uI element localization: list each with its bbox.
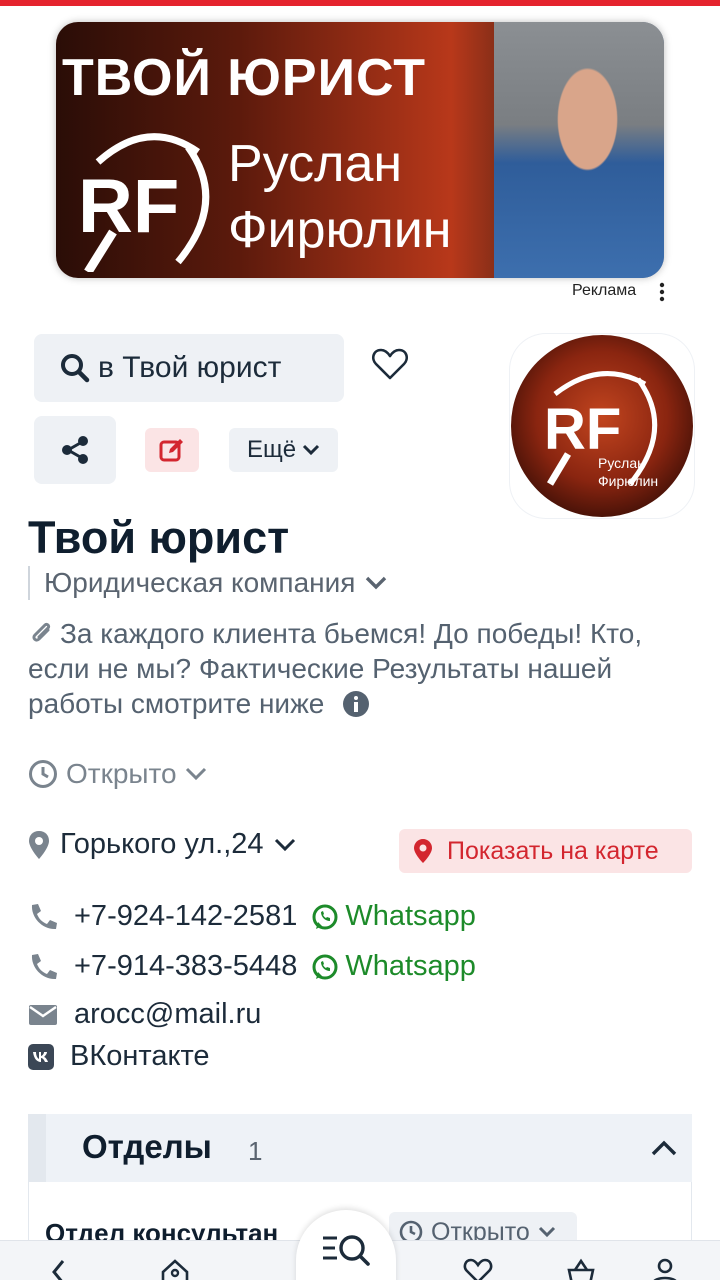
phone-number-1[interactable]: +7-924-142-2581 [74, 900, 297, 933]
more-button-label: Ещё [246, 436, 297, 463]
show-on-map-button[interactable]: Показать на карте [399, 829, 692, 873]
vk-row: ВКонтакте [28, 1040, 210, 1073]
chevron-down-icon [366, 576, 387, 590]
chevron-down-icon [538, 1226, 555, 1238]
basket-icon[interactable] [566, 1258, 596, 1280]
address-dropdown[interactable]: Горького ул.,24 [28, 828, 296, 861]
ad-options-icon[interactable] [656, 282, 668, 302]
banner-person-photo [494, 22, 664, 278]
email-link[interactable]: arocc@mail.ru [74, 998, 261, 1031]
vk-link[interactable]: ВКонтакте [70, 1040, 210, 1073]
rf-logo-icon: RF [78, 133, 210, 272]
opening-hours-dropdown[interactable]: Открыто [28, 758, 207, 790]
share-button[interactable] [34, 416, 116, 484]
chevron-up-icon [651, 1140, 677, 1156]
top-accent-strip [0, 0, 720, 6]
back-icon[interactable] [44, 1258, 74, 1280]
banner-name-last: Фирюлин [228, 201, 452, 259]
chevron-down-icon [302, 444, 320, 456]
chevron-down-icon [274, 838, 295, 851]
share-icon [62, 436, 88, 464]
whatsapp-link-2[interactable]: Whatsapp [311, 950, 476, 983]
vk-icon [28, 1043, 54, 1070]
phone-row-1: +7-924-142-2581 Whatsapp [28, 900, 476, 933]
email-row: arocc@mail.ru [28, 998, 261, 1031]
company-logo[interactable]: RF Руслан Фирюлин [510, 334, 694, 518]
phone-icon [31, 953, 57, 979]
whatsapp-icon [312, 954, 338, 979]
category-dropdown[interactable]: Юридическая компания [28, 566, 387, 600]
category-label: Юридическая компания [44, 567, 356, 598]
phone-icon [31, 903, 57, 929]
page-title: Твой юрист [28, 512, 290, 563]
favorites-heart-icon[interactable] [463, 1258, 493, 1280]
search-in-company-button[interactable]: в Твой юрист [34, 334, 344, 402]
phone-number-2[interactable]: +7-914-383-5448 [74, 950, 297, 983]
svg-text:Руслан: Руслан [598, 455, 645, 471]
search-button-label: в Твой юрист [98, 351, 282, 384]
whatsapp-icon [312, 904, 338, 929]
chevron-down-icon [185, 767, 206, 781]
svg-text:RF: RF [544, 397, 621, 462]
phone-row-2: +7-914-383-5448 Whatsapp [28, 950, 476, 983]
home-icon[interactable] [160, 1258, 190, 1280]
description-text: За каждого клиента бьемся! До победы! Кт… [28, 618, 643, 719]
catalog-search-icon [323, 1235, 370, 1266]
departments-title: Отделы [82, 1128, 212, 1165]
departments-header[interactable]: Отделы 1 [28, 1114, 692, 1182]
departments-count: 1 [248, 1136, 263, 1166]
banner-name-first: Руслан [228, 135, 403, 193]
info-icon[interactable] [342, 690, 370, 718]
whatsapp-link-1[interactable]: Whatsapp [311, 900, 476, 933]
search-icon [61, 354, 90, 383]
company-logo-icon: RF Руслан Фирюлин [511, 335, 693, 517]
ad-banner[interactable]: ТВОЙ ЮРИСТ RF Руслан Фирюлин [56, 22, 664, 278]
more-button[interactable]: Ещё [229, 428, 338, 472]
map-pin-icon [414, 839, 432, 863]
clock-icon [29, 760, 57, 788]
svg-text:RF: RF [78, 164, 179, 249]
edit-icon [159, 439, 183, 462]
edit-button[interactable] [145, 428, 199, 472]
banner-headline: ТВОЙ ЮРИСТ [62, 49, 426, 107]
company-description: За каждого клиента бьемся! До победы! Кт… [28, 616, 708, 721]
svg-text:Фирюлин: Фирюлин [598, 473, 658, 489]
favorite-heart-icon[interactable] [370, 344, 410, 384]
ad-label: Реклама [572, 282, 637, 299]
status-text: Открыто [66, 758, 177, 789]
location-pin-icon [29, 830, 49, 859]
map-button-label: Показать на карте [447, 836, 659, 865]
address-text: Горького ул.,24 [60, 828, 264, 860]
profile-icon[interactable] [650, 1258, 680, 1280]
paperclip-icon [32, 622, 51, 642]
whatsapp-label: Whatsapp [345, 950, 476, 982]
envelope-icon [29, 1004, 57, 1025]
whatsapp-label: Whatsapp [345, 900, 476, 932]
